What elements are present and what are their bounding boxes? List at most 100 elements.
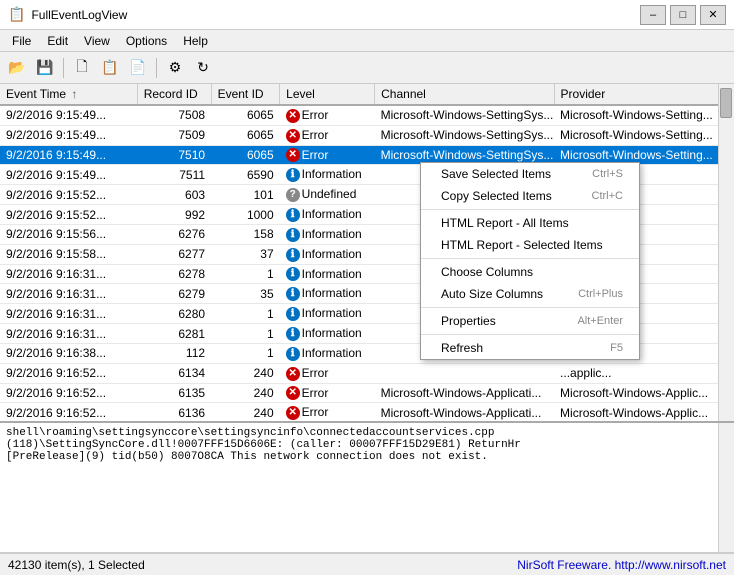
cell-time: 9/2/2016 9:15:49... — [0, 145, 137, 165]
level-icon: ✕ — [286, 129, 300, 143]
cell-eventid: 240 — [211, 403, 280, 423]
menu-view[interactable]: View — [76, 32, 118, 50]
context-menu-item[interactable]: Save Selected ItemsCtrl+S — [421, 163, 639, 185]
level-icon: ✕ — [286, 367, 300, 381]
close-button[interactable]: ✕ — [700, 5, 726, 25]
cell-record: 6278 — [137, 264, 211, 284]
scroll-thumb[interactable] — [720, 88, 732, 118]
context-menu-item[interactable]: PropertiesAlt+Enter — [421, 310, 639, 332]
cell-record: 6136 — [137, 403, 211, 423]
context-menu-item[interactable]: HTML Report - Selected Items — [421, 234, 639, 256]
cell-record: 6279 — [137, 284, 211, 304]
cell-record: 7510 — [137, 145, 211, 165]
cell-time: 9/2/2016 9:15:49... — [0, 105, 137, 125]
cell-eventid: 6065 — [211, 105, 280, 125]
cell-eventid: 1 — [211, 304, 280, 324]
copy-button[interactable]: 📋 — [97, 55, 123, 81]
menu-file[interactable]: File — [4, 32, 39, 50]
cell-level: ℹInformation — [280, 264, 375, 284]
menu-help[interactable]: Help — [175, 32, 216, 50]
title-controls: – □ ✕ — [640, 5, 726, 25]
level-icon: ℹ — [286, 287, 300, 301]
cell-record: 6280 — [137, 304, 211, 324]
cell-record: 6134 — [137, 363, 211, 383]
cell-time: 9/2/2016 9:15:52... — [0, 205, 137, 225]
bottom-text: shell\roaming\settingsynccore\settingsyn… — [6, 427, 728, 463]
cell-channel — [375, 363, 554, 383]
context-menu-shortcut: F5 — [610, 342, 623, 354]
cell-time: 9/2/2016 9:16:38... — [0, 343, 137, 363]
level-icon: ℹ — [286, 208, 300, 222]
context-menu-item[interactable]: RefreshF5 — [421, 337, 639, 359]
level-icon: ℹ — [286, 228, 300, 242]
context-menu-item-label: HTML Report - Selected Items — [441, 238, 603, 252]
cell-eventid: 240 — [211, 383, 280, 403]
menu-options[interactable]: Options — [118, 32, 175, 50]
status-bar: 42130 item(s), 1 Selected NirSoft Freewa… — [0, 553, 734, 575]
save-button[interactable]: 💾 — [32, 55, 58, 81]
col-header-provider[interactable]: Provider — [554, 84, 733, 105]
refresh-button[interactable]: ↻ — [190, 55, 216, 81]
table-row[interactable]: 9/2/2016 9:16:52... 6136 240 ✕Error Micr… — [0, 403, 734, 423]
context-menu-item[interactable]: Auto Size ColumnsCtrl+Plus — [421, 283, 639, 305]
col-header-level[interactable]: Level — [280, 84, 375, 105]
cell-time: 9/2/2016 9:16:52... — [0, 403, 137, 423]
col-header-event-id[interactable]: Event ID — [211, 84, 280, 105]
bottom-scrollbar[interactable] — [718, 423, 734, 552]
table-row[interactable]: 9/2/2016 9:15:49... 7509 6065 ✕Error Mic… — [0, 125, 734, 145]
context-menu-item[interactable]: Choose Columns — [421, 261, 639, 283]
table-row[interactable]: 9/2/2016 9:16:52... 6135 240 ✕Error Micr… — [0, 383, 734, 403]
col-header-channel[interactable]: Channel — [375, 84, 554, 105]
cell-record: 7508 — [137, 105, 211, 125]
report-button[interactable]: 📄 — [125, 55, 151, 81]
cell-eventid: 1000 — [211, 205, 280, 225]
cell-time: 9/2/2016 9:16:52... — [0, 383, 137, 403]
table-row[interactable]: 9/2/2016 9:15:49... 7508 6065 ✕Error Mic… — [0, 105, 734, 125]
cell-eventid: 240 — [211, 363, 280, 383]
cell-level: ℹInformation — [280, 205, 375, 225]
cell-record: 603 — [137, 185, 211, 205]
nirsoft-url-display[interactable]: http://www.nirsoft.net — [615, 558, 726, 572]
cell-record: 992 — [137, 205, 211, 225]
table-scrollbar[interactable] — [718, 84, 734, 421]
cell-time: 9/2/2016 9:15:52... — [0, 185, 137, 205]
settings-button[interactable]: ⚙ — [162, 55, 188, 81]
context-menu-separator — [421, 334, 639, 335]
context-menu-item[interactable]: HTML Report - All Items — [421, 212, 639, 234]
level-icon: ℹ — [286, 267, 300, 281]
context-menu-separator — [421, 258, 639, 259]
toolbar-separator-2 — [156, 58, 157, 78]
properties-button[interactable]: 🗋 — [69, 55, 95, 81]
minimize-button[interactable]: – — [640, 5, 666, 25]
cell-eventid: 6065 — [211, 145, 280, 165]
cell-record: 7509 — [137, 125, 211, 145]
title-left: 📋 FullEventLogView — [8, 6, 127, 23]
menu-edit[interactable]: Edit — [39, 32, 76, 50]
level-icon: ℹ — [286, 168, 300, 182]
context-menu-shortcut: Ctrl+S — [592, 168, 623, 180]
open-button[interactable]: 📂 — [4, 55, 30, 81]
cell-level: ℹInformation — [280, 165, 375, 185]
col-header-event-time[interactable]: Event Time ↑ — [0, 84, 137, 105]
cell-time: 9/2/2016 9:15:56... — [0, 224, 137, 244]
cell-record: 6276 — [137, 224, 211, 244]
status-nirsoft-link[interactable]: NirSoft Freeware. NirSoft Freeware. http… — [517, 558, 726, 572]
level-icon: ℹ — [286, 307, 300, 321]
status-items-count: 42130 item(s), 1 Selected — [8, 558, 145, 572]
cell-level: ℹInformation — [280, 244, 375, 264]
context-menu-item-label: HTML Report - All Items — [441, 216, 569, 230]
col-header-record-id[interactable]: Record ID — [137, 84, 211, 105]
table-row[interactable]: 9/2/2016 9:16:52... 6134 240 ✕Error ...a… — [0, 363, 734, 383]
cell-eventid: 158 — [211, 224, 280, 244]
cell-eventid: 6065 — [211, 125, 280, 145]
cell-time: 9/2/2016 9:16:52... — [0, 363, 137, 383]
maximize-button[interactable]: □ — [670, 5, 696, 25]
cell-channel: Microsoft-Windows-SettingSys... — [375, 105, 554, 125]
cell-provider: Microsoft-Windows-Applic... — [554, 403, 733, 423]
cell-time: 9/2/2016 9:16:31... — [0, 304, 137, 324]
cell-level: ✕Error — [280, 105, 375, 125]
cell-time: 9/2/2016 9:15:58... — [0, 244, 137, 264]
title-bar: 📋 FullEventLogView – □ ✕ — [0, 0, 734, 30]
context-menu-item[interactable]: Copy Selected ItemsCtrl+C — [421, 185, 639, 207]
cell-level: ?Undefined — [280, 185, 375, 205]
